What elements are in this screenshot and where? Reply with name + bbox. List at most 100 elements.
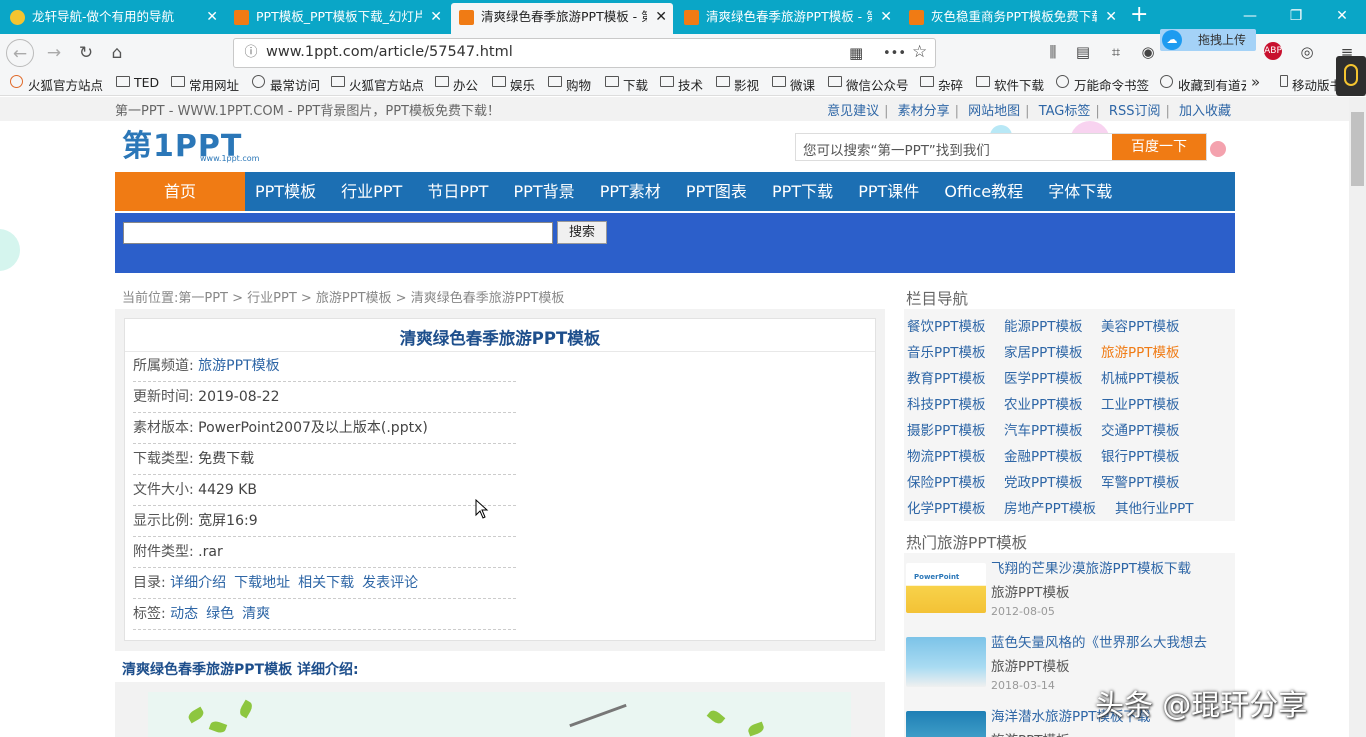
back-arrow-icon[interactable]: ← xyxy=(6,39,34,67)
home-icon[interactable]: ⌂ xyxy=(103,39,131,67)
bookmark-item[interactable]: 收藏到有道云 xyxy=(1160,75,1246,94)
breadcrumb[interactable]: 当前位置:第一PPT > 行业PPT > 旅游PPT模板 > 清爽绿色春季旅游P… xyxy=(122,287,564,306)
bookmark-item[interactable]: 最常访问 xyxy=(252,75,320,94)
site-search-input[interactable] xyxy=(123,222,553,244)
bookmark-item[interactable]: 火狐官方站点 xyxy=(10,75,103,94)
browser-tab-5[interactable]: 灰色稳重商务PPT模板免费下载 ✕ xyxy=(901,3,1123,34)
browser-tab-4[interactable]: 清爽绿色春季旅游PPT模板 - 第 ✕ xyxy=(676,3,898,34)
bookmark-folder[interactable]: 技术 xyxy=(660,75,703,94)
site-logo[interactable]: 第1PPT www.1ppt.com xyxy=(122,130,292,164)
crop-icon[interactable]: ⌗ xyxy=(1106,42,1126,62)
bookmark-item[interactable]: 万能命令书签 xyxy=(1056,75,1149,94)
top-link[interactable]: TAG标签 xyxy=(1039,100,1091,119)
url-bar[interactable]: ⓘ www.1ppt.com/article/57547.html ▦ ••• … xyxy=(233,38,936,68)
category-link[interactable]: 能源PPT模板 xyxy=(1004,315,1083,335)
toc-link[interactable]: 下载地址 xyxy=(234,575,290,591)
account-icon[interactable]: ◎ xyxy=(1297,42,1317,62)
top-link[interactable]: RSS订阅 xyxy=(1109,100,1161,119)
nav-item[interactable]: 字体下载 xyxy=(1048,182,1112,201)
top-link[interactable]: 意见建议 xyxy=(827,100,879,119)
bookmark-folder[interactable]: 办公 xyxy=(435,75,478,94)
category-link[interactable]: 摄影PPT模板 xyxy=(907,419,986,439)
scrollbar-thumb[interactable] xyxy=(1351,112,1364,186)
close-icon[interactable]: ✕ xyxy=(655,3,667,31)
toc-link[interactable]: 详细介绍 xyxy=(170,575,226,591)
top-link[interactable]: 加入收藏 xyxy=(1179,100,1231,119)
category-link[interactable]: 教育PPT模板 xyxy=(907,367,986,387)
category-link[interactable]: 银行PPT模板 xyxy=(1101,445,1180,465)
category-link[interactable]: 餐饮PPT模板 xyxy=(907,315,986,335)
nav-item[interactable]: PPT下载 xyxy=(772,182,833,201)
tag-link[interactable]: 动态 xyxy=(170,606,198,622)
hot-item-thumbnail[interactable] xyxy=(906,711,986,737)
baidu-search-button[interactable]: 百度一下 xyxy=(1112,134,1206,160)
nav-item[interactable]: PPT背景 xyxy=(514,182,575,201)
category-link[interactable]: 房地产PPT模板 xyxy=(1004,497,1096,517)
nav-item[interactable]: 行业PPT xyxy=(341,182,402,201)
tag-link[interactable]: 清爽 xyxy=(242,606,270,622)
nav-item[interactable]: PPT模板 xyxy=(255,182,316,201)
top-link[interactable]: 网站地图 xyxy=(968,100,1020,119)
bookmark-folder[interactable]: 微信公众号 xyxy=(828,75,909,94)
upload-button[interactable]: ☁ 拖拽上传 xyxy=(1160,29,1256,51)
browser-tab-3[interactable]: 清爽绿色春季旅游PPT模板 - 第 ✕ xyxy=(451,3,673,34)
nav-item[interactable]: PPT图表 xyxy=(686,182,747,201)
close-icon[interactable]: ✕ xyxy=(1105,3,1117,31)
category-link[interactable]: 保险PPT模板 xyxy=(907,471,986,491)
baidu-search-input[interactable]: 您可以搜索“第一PPT”找到我们 xyxy=(803,139,990,159)
category-link[interactable]: 军警PPT模板 xyxy=(1101,471,1180,491)
bookmark-folder[interactable]: 影视 xyxy=(716,75,759,94)
bookmark-star-icon[interactable]: ☆ xyxy=(912,42,927,62)
category-link[interactable]: 农业PPT模板 xyxy=(1004,393,1083,413)
new-tab-button[interactable]: + xyxy=(1130,2,1148,27)
hot-item[interactable]: PowerPoint 飞翔的芒果沙漠旅游PPT模板下载 旅游PPT模板 2012… xyxy=(904,559,1235,625)
hot-item-title[interactable]: 飞翔的芒果沙漠旅游PPT模板下载 xyxy=(991,559,1231,579)
category-link[interactable]: 医学PPT模板 xyxy=(1004,367,1083,387)
category-link[interactable]: 交通PPT模板 xyxy=(1101,419,1180,439)
category-link[interactable]: 音乐PPT模板 xyxy=(907,341,986,361)
vertical-scrollbar[interactable] xyxy=(1349,97,1366,737)
qr-code-icon[interactable]: ▦ xyxy=(849,44,863,62)
category-link[interactable]: 其他行业PPT xyxy=(1115,497,1194,517)
hot-item-thumbnail[interactable] xyxy=(906,637,986,687)
bookmark-folder[interactable]: 娱乐 xyxy=(492,75,535,94)
bookmark-folder[interactable]: 火狐官方站点 xyxy=(331,75,424,94)
nav-item[interactable]: Office教程 xyxy=(944,182,1023,201)
nav-item[interactable]: PPT课件 xyxy=(858,182,919,201)
reload-icon[interactable]: ↻ xyxy=(72,39,100,67)
close-icon[interactable]: ✕ xyxy=(880,3,892,31)
library-icon[interactable]: ⫼ xyxy=(1043,42,1063,62)
hot-item-category[interactable]: 旅游PPT模板 xyxy=(991,655,1070,675)
hot-item-category[interactable]: 旅游PPT模板 xyxy=(991,729,1070,737)
category-link[interactable]: 化学PPT模板 xyxy=(907,497,986,517)
restore-icon[interactable]: ❐ xyxy=(1273,0,1319,34)
forward-arrow-icon[interactable]: → xyxy=(40,39,68,67)
nav-home[interactable]: 首页 xyxy=(115,172,245,211)
category-link[interactable]: 家居PPT模板 xyxy=(1004,341,1083,361)
category-link[interactable]: 机械PPT模板 xyxy=(1101,367,1180,387)
hot-item-thumbnail[interactable]: PowerPoint xyxy=(906,563,986,613)
browser-tab-1[interactable]: 龙轩导航-做个有用的导航 ✕ xyxy=(2,3,224,34)
side-widget[interactable] xyxy=(1336,56,1366,96)
nav-item[interactable]: PPT素材 xyxy=(600,182,661,201)
category-link-active[interactable]: 旅游PPT模板 xyxy=(1101,341,1180,361)
toc-link[interactable]: 发表评论 xyxy=(362,575,418,591)
bookmark-folder[interactable]: TED xyxy=(116,75,159,90)
close-icon[interactable]: ✕ xyxy=(430,3,442,31)
hot-item-title[interactable]: 蓝色矢量风格的《世界那么大我想去 xyxy=(991,633,1231,653)
close-window-icon[interactable]: ✕ xyxy=(1319,0,1365,34)
category-link[interactable]: 科技PPT模板 xyxy=(907,393,986,413)
bookmark-folder[interactable]: 常用网址 xyxy=(171,75,239,94)
browser-tab-2[interactable]: PPT模板_PPT模板下载_幻灯片 ✕ xyxy=(226,3,448,34)
bookmark-folder[interactable]: 微课 xyxy=(772,75,815,94)
tag-link[interactable]: 绿色 xyxy=(206,606,234,622)
bookmark-folder[interactable]: 下载 xyxy=(605,75,648,94)
site-search-button[interactable]: 搜索 xyxy=(557,221,607,244)
category-link[interactable]: 美容PPT模板 xyxy=(1101,315,1180,335)
channel-link[interactable]: 旅游PPT模板 xyxy=(198,358,279,374)
toc-link[interactable]: 相关下载 xyxy=(298,575,354,591)
nav-item[interactable]: 节日PPT xyxy=(427,182,488,201)
close-icon[interactable]: ✕ xyxy=(206,3,218,31)
category-link[interactable]: 金融PPT模板 xyxy=(1004,445,1083,465)
category-link[interactable]: 汽车PPT模板 xyxy=(1004,419,1083,439)
